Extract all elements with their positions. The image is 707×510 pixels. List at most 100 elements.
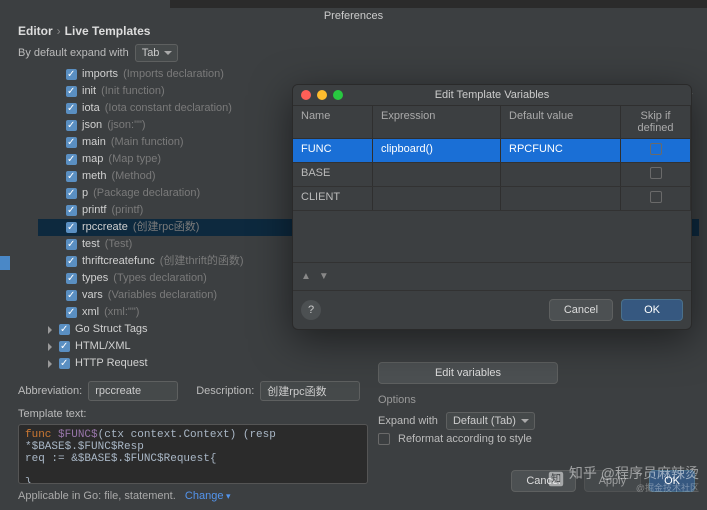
variable-row[interactable]: CLIENT: [293, 187, 691, 211]
cancel-button[interactable]: Cancel: [511, 470, 575, 492]
checkbox-icon[interactable]: [66, 205, 77, 216]
tree-item-desc: (创建rpc函数): [133, 219, 200, 236]
checkbox-icon[interactable]: [66, 239, 77, 250]
var-name: BASE: [293, 163, 373, 186]
tree-item-desc: (xml:""): [104, 304, 139, 321]
expand-with-select[interactable]: Default (Tab): [446, 412, 535, 430]
var-expression[interactable]: clipboard(): [373, 139, 501, 162]
checkbox-icon[interactable]: [66, 307, 77, 318]
checkbox-icon[interactable]: [66, 103, 77, 114]
checkbox-icon[interactable]: [66, 86, 77, 97]
tree-item-name: init: [82, 83, 96, 100]
change-scope-link[interactable]: Change: [185, 490, 231, 502]
col-default: Default value: [501, 106, 621, 138]
skip-checkbox[interactable]: [650, 191, 662, 203]
zoom-icon[interactable]: [333, 90, 343, 100]
tree-item-desc: (Method): [111, 168, 155, 185]
tree-item-name: HTTP Request: [75, 355, 148, 372]
tree-item-name: thriftcreatefunc: [82, 253, 155, 270]
col-expression: Expression: [373, 106, 501, 138]
options-header: Options: [378, 394, 578, 406]
tree-item-name: types: [82, 270, 108, 287]
var-expression[interactable]: [373, 163, 501, 186]
reformat-label: Reformat according to style: [398, 433, 532, 445]
abbr-input[interactable]: [88, 381, 178, 401]
variable-row[interactable]: FUNCclipboard()RPCFUNC: [293, 139, 691, 163]
ok-button[interactable]: OK: [649, 470, 695, 492]
tab-bar: [0, 0, 707, 8]
tree-item-name: meth: [82, 168, 106, 185]
edit-template-variables-dialog: Edit Template Variables Name Expression …: [292, 84, 692, 330]
tree-item-desc: (Types declaration): [113, 270, 207, 287]
checkbox-icon[interactable]: [66, 171, 77, 182]
tree-item-name: test: [82, 236, 100, 253]
tree-item-name: HTML/XML: [75, 338, 131, 355]
checkbox-icon[interactable]: [66, 273, 77, 284]
variable-row[interactable]: BASE: [293, 163, 691, 187]
dialog-ok-button[interactable]: OK: [621, 299, 683, 321]
checkbox-icon[interactable]: [66, 154, 77, 165]
checkbox-icon[interactable]: [66, 120, 77, 131]
col-skip: Skip if defined: [621, 106, 691, 138]
tree-item-name: rpccreate: [82, 219, 128, 236]
left-gutter: [0, 16, 10, 500]
var-expression[interactable]: [373, 187, 501, 210]
tree-item-name: p: [82, 185, 88, 202]
tree-item-desc: (json:""): [107, 117, 145, 134]
breadcrumb: Editor›Live Templates: [18, 20, 699, 44]
tree-item[interactable]: HTML/XML: [38, 338, 699, 355]
apply-button[interactable]: Apply: [584, 470, 642, 492]
tree-item-desc: (Variables declaration): [108, 287, 217, 304]
checkbox-icon[interactable]: [59, 341, 70, 352]
tree-item-desc: (Map type): [108, 151, 161, 168]
move-up-icon[interactable]: ▲: [301, 271, 311, 282]
template-text-label: Template text:: [18, 408, 699, 420]
checkbox-icon[interactable]: [66, 290, 77, 301]
edit-variables-button[interactable]: Edit variables: [378, 362, 558, 384]
var-default[interactable]: [501, 187, 621, 210]
tree-item-desc: (Iota constant declaration): [105, 100, 232, 117]
tree-item-name: main: [82, 134, 106, 151]
tree-item[interactable]: imports (Imports declaration): [38, 66, 699, 83]
tree-item-name: map: [82, 151, 103, 168]
expand-label: By default expand with: [18, 47, 129, 59]
col-name: Name: [293, 106, 373, 138]
move-down-icon[interactable]: ▼: [319, 271, 329, 282]
tree-item-name: printf: [82, 202, 106, 219]
skip-checkbox[interactable]: [650, 167, 662, 179]
tree-item[interactable]: HTTP Request: [38, 355, 699, 372]
var-default[interactable]: RPCFUNC: [501, 139, 621, 162]
dialog-title: Edit Template Variables: [293, 85, 691, 105]
skip-checkbox[interactable]: [650, 143, 662, 155]
tree-item-desc: (创建thrift的函数): [160, 253, 244, 270]
dialog-cancel-button[interactable]: Cancel: [549, 299, 613, 321]
minimize-icon[interactable]: [317, 90, 327, 100]
expand-with-label: Expand with: [378, 415, 438, 427]
tree-item-name: Go Struct Tags: [75, 321, 148, 338]
template-code[interactable]: func $FUNC$(ctx context.Context) (resp *…: [18, 424, 368, 484]
tree-item-desc: (Imports declaration): [123, 66, 224, 83]
checkbox-icon[interactable]: [66, 256, 77, 267]
tree-item-desc: (printf): [111, 202, 143, 219]
checkbox-icon[interactable]: [66, 188, 77, 199]
reformat-checkbox[interactable]: [378, 433, 390, 445]
var-default[interactable]: [501, 163, 621, 186]
checkbox-icon[interactable]: [59, 324, 70, 335]
tree-item-desc: (Test): [105, 236, 133, 253]
close-icon[interactable]: [301, 90, 311, 100]
tree-item-desc: (Package declaration): [93, 185, 200, 202]
desc-label: Description:: [196, 385, 254, 397]
checkbox-icon[interactable]: [66, 137, 77, 148]
tree-item-name: iota: [82, 100, 100, 117]
tree-item-name: xml: [82, 304, 99, 321]
help-icon[interactable]: ?: [301, 300, 321, 320]
desc-input[interactable]: [260, 381, 360, 401]
expand-select[interactable]: Tab: [135, 44, 179, 62]
checkbox-icon[interactable]: [59, 358, 70, 369]
checkbox-icon[interactable]: [66, 222, 77, 233]
checkbox-icon[interactable]: [66, 69, 77, 80]
tree-item-desc: (Init function): [101, 83, 165, 100]
abbr-label: Abbreviation:: [18, 385, 82, 397]
tree-item-name: json: [82, 117, 102, 134]
tree-item-name: vars: [82, 287, 103, 304]
